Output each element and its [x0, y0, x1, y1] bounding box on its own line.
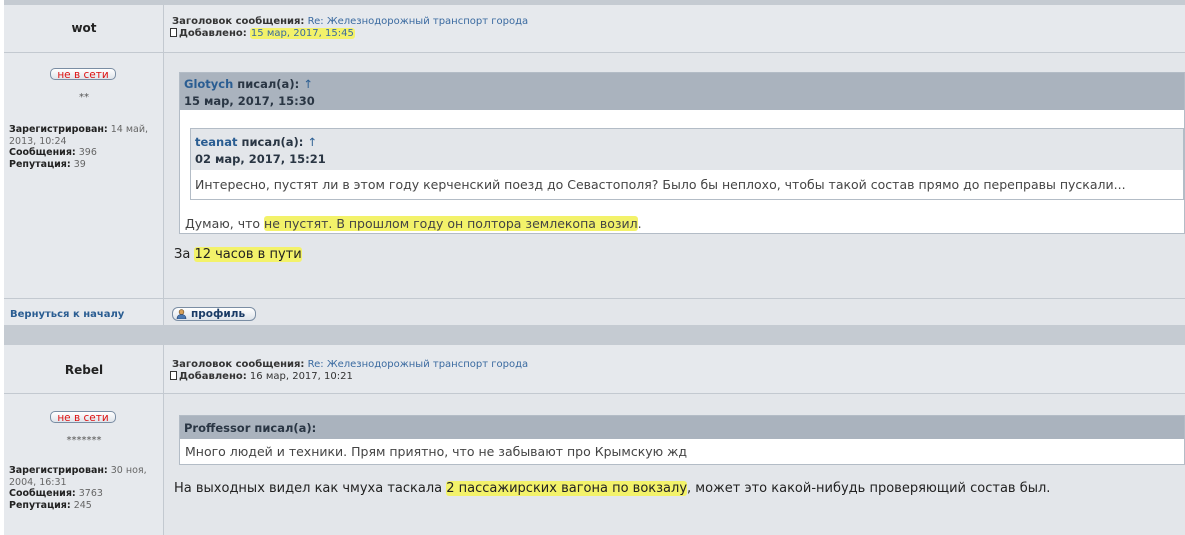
added-line: Добавлено: 16 мар, 2017, 10:21 — [170, 371, 353, 383]
nested-quote-text: Интересно, пустят ли в этом году керченс… — [191, 170, 1183, 199]
status-badge: не в сети — [50, 411, 116, 424]
quote-date: 15 мар, 2017, 15:30 — [184, 94, 315, 108]
reputation-label: Репутация: — [9, 158, 71, 170]
messages-label: Сообщения: — [9, 147, 76, 158]
quote-text-start: Думаю, что — [185, 216, 265, 231]
author-cell: Rebel — [4, 345, 164, 394]
post-text-end: , может это какой-нибудь проверяющий сос… — [687, 481, 1051, 496]
post-text: За 12 часов в пути — [174, 247, 302, 262]
back-to-top-link[interactable]: Вернуться к началу — [10, 309, 124, 320]
profile-button[interactable]: профиль — [172, 307, 256, 321]
post-header: Заголовок сообщения: Re: Железнодорожный… — [164, 5, 1185, 53]
post-rebel: Rebel Заголовок сообщения: Re: Железнодо… — [4, 345, 1185, 535]
profile-icon — [176, 309, 187, 319]
user-info: Зарегистрирован: 14 май, 2013, 10:24 Соо… — [9, 124, 159, 170]
quote-author[interactable]: Proffessor — [184, 421, 250, 435]
reputation-value: 39 — [73, 158, 86, 170]
post-text-highlight: 2 пассажирских вагона по вокзалу — [446, 481, 688, 496]
quote-wrote: писал(а): — [237, 77, 300, 91]
quote-text-highlight: не пустят. В прошлом году он полтора зем… — [264, 216, 638, 231]
registered-label: Зарегистрирован: — [9, 124, 108, 135]
nested-quote-author[interactable]: teanat — [195, 135, 238, 149]
quote-arrow-icon[interactable]: ↑ — [303, 77, 313, 91]
profile-button-label: профиль — [191, 308, 246, 320]
post-wot: wot Заголовок сообщения: Re: Железнодоро… — [4, 5, 1185, 299]
quote-header: Proffessor писал(а): — [180, 416, 1184, 439]
added-label: Добавлено: — [179, 28, 247, 39]
quote-proffessor: Proffessor писал(а): Много людей и техни… — [179, 415, 1185, 465]
quote-author[interactable]: Glotych — [184, 77, 233, 91]
post-text: На выходных видел как чмуха таскала 2 па… — [174, 481, 1050, 496]
quote-text: Думаю, что не пустят. В прошлом году он … — [180, 210, 647, 237]
nested-quote-arrow-icon[interactable]: ↑ — [307, 135, 317, 149]
nested-quote-header: teanat писал(а): ↑ 02 мар, 2017, 15:21 — [191, 129, 1183, 170]
added-date: 15 мар, 2017, 15:45 — [249, 28, 355, 39]
status-badge: не в сети — [50, 68, 116, 81]
rank-stars: ******* — [66, 435, 102, 446]
reputation-label: Репутация: — [9, 499, 71, 511]
added-label: Добавлено: — [179, 371, 247, 382]
post-separator — [4, 325, 1185, 345]
subject-link[interactable]: Re: Железнодорожный транспорт города — [308, 16, 528, 27]
reputation-value: 245 — [73, 499, 92, 511]
post-text-start: За — [174, 247, 195, 262]
post-text-highlight: 12 часов в пути — [194, 247, 302, 262]
post-body: Glotych писал(а): ↑ 15 мар, 2017, 15:30 … — [164, 53, 1185, 299]
quote-wrote: писал(а): — [254, 421, 317, 435]
rank-stars: ** — [79, 92, 89, 103]
quote-header: Glotych писал(а): ↑ 15 мар, 2017, 15:30 — [180, 73, 1184, 110]
subject-line: Заголовок сообщения: Re: Железнодорожный… — [172, 359, 528, 371]
author-name[interactable]: Rebel — [4, 363, 164, 377]
post-wot-footer: Вернуться к началу профиль — [4, 298, 1185, 325]
post-header: Заголовок сообщения: Re: Железнодорожный… — [164, 345, 1185, 394]
quote-text: Много людей и техники. Прям приятно, что… — [185, 444, 688, 459]
post-body: Proffessor писал(а): Много людей и техни… — [164, 394, 1185, 535]
footer-left: Вернуться к началу — [4, 299, 164, 325]
profile-cell: не в сети ** Зарегистрирован: 14 май, 20… — [4, 53, 164, 299]
messages-value: 3763 — [78, 488, 103, 499]
subject-link[interactable]: Re: Железнодорожный транспорт города — [308, 359, 528, 370]
messages-value: 396 — [78, 147, 97, 158]
added-date: 16 мар, 2017, 10:21 — [249, 371, 353, 382]
subject-line: Заголовок сообщения: Re: Железнодорожный… — [172, 16, 528, 28]
added-line: Добавлено: 15 мар, 2017, 15:45 — [170, 28, 355, 40]
post-icon[interactable] — [170, 28, 177, 37]
quote-glotych: Glotych писал(а): ↑ 15 мар, 2017, 15:30 … — [179, 72, 1185, 234]
footer-right: профиль — [164, 299, 1185, 325]
profile-cell: не в сети ******* Зарегистрирован: 30 но… — [4, 394, 164, 535]
nested-quote-wrote: писал(а): — [241, 135, 304, 149]
registered-label: Зарегистрирован: — [9, 465, 108, 476]
quote-teanat: teanat писал(а): ↑ 02 мар, 2017, 15:21 И… — [190, 128, 1184, 200]
post-text-start: На выходных видел как чмуха таскала — [174, 481, 447, 496]
author-name[interactable]: wot — [4, 21, 164, 35]
messages-label: Сообщения: — [9, 488, 76, 499]
subject-label: Заголовок сообщения: — [172, 359, 305, 370]
author-cell: wot — [4, 5, 164, 53]
subject-label: Заголовок сообщения: — [172, 16, 305, 27]
post-icon[interactable] — [170, 371, 177, 380]
quote-text-end: . — [637, 216, 642, 231]
user-info: Зарегистрирован: 30 ноя, 2004, 16:31 Соо… — [9, 465, 159, 511]
nested-quote-date: 02 мар, 2017, 15:21 — [195, 152, 326, 166]
